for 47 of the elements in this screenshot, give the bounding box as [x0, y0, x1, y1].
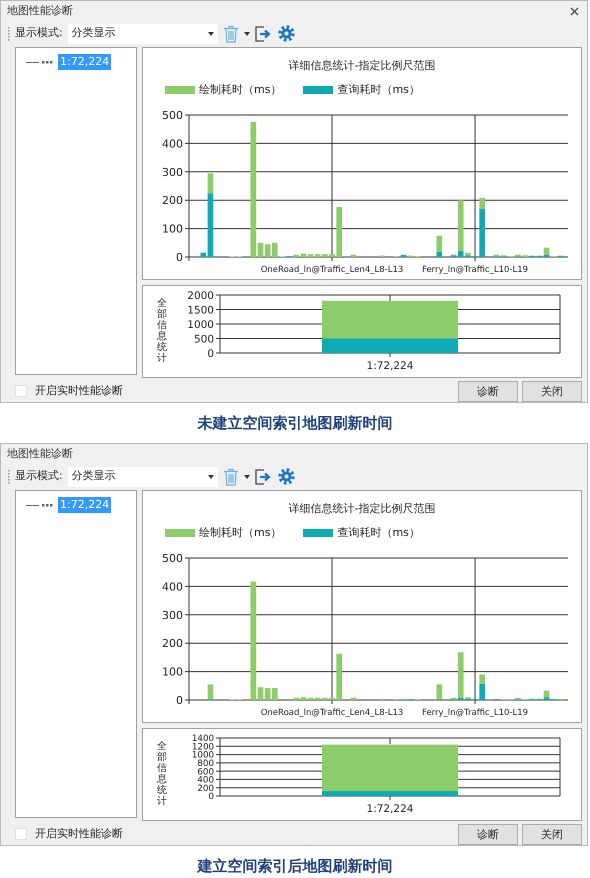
legend-label: 绘制耗时（ms） — [199, 525, 282, 542]
window-title: 地图性能诊断 — [7, 446, 73, 462]
x-tick-label: 1:72,224 — [366, 360, 414, 372]
x-tick-label: 1:72,224 — [366, 802, 414, 815]
chart-title: 详细信息统计-指定比例尺范围 — [288, 58, 436, 74]
y-tick-label: 500 — [162, 552, 183, 565]
x-tick-label: Ferry_ln@Traffic_L10-L19 — [422, 708, 528, 718]
y-tick-label: 800 — [197, 758, 214, 769]
y-tick-label: 400 — [162, 137, 183, 150]
y-axis-title: 全部信息统计 — [157, 741, 167, 808]
checkbox-label: 开启实时性能诊断 — [35, 826, 123, 842]
x-tick-label: Ferry_ln@Traffic_L10-L19 — [422, 264, 528, 275]
y-tick-label: 100 — [162, 222, 183, 236]
y-tick-label: 1500 — [187, 304, 214, 316]
legend-label: 绘制耗时（ms） — [199, 82, 282, 98]
figure-caption: 未建立空间索引地图刷新时间 — [198, 412, 392, 434]
y-tick-label: 400 — [162, 580, 183, 594]
y-tick-label: 300 — [162, 608, 183, 622]
legend-label: 查询耗时（ms） — [337, 525, 420, 542]
y-tick-label: 500 — [162, 108, 183, 122]
y-tick-label: 1000 — [187, 318, 214, 330]
x-tick-label: OneRoad_ln@Traffic_Len4_L8-L13 — [260, 708, 404, 718]
y-tick-label: 200 — [162, 194, 183, 207]
y-tick-label: 0 — [207, 347, 214, 360]
figure-caption: 建立空间索引后地图刷新时间 — [198, 856, 392, 877]
y-tick-label: 100 — [162, 665, 183, 678]
y-tick-label: 0 — [208, 792, 214, 802]
y-tick-label: 1000 — [192, 750, 214, 760]
y-tick-label: 500 — [194, 332, 214, 345]
y-tick-label: 1400 — [192, 734, 214, 744]
y-tick-label: 2000 — [187, 289, 214, 302]
mode-label: 显示模式: — [15, 25, 63, 42]
y-tick-label: 1200 — [192, 742, 214, 752]
checkbox-label: 开启实时性能诊断 — [35, 383, 123, 400]
y-axis-title: 全部信息统计 — [157, 298, 167, 364]
y-tick-label: 0 — [176, 694, 183, 707]
y-tick-label: 200 — [162, 636, 183, 650]
y-tick-label: 0 — [176, 250, 183, 264]
window-title: 地图性能诊断 — [7, 3, 73, 20]
chart-title: 详细信息统计-指定比例尺范围 — [288, 500, 436, 517]
y-tick-label: 300 — [162, 165, 183, 178]
x-tick-label: OneRoad_ln@Traffic_Len4_L8-L13 — [260, 264, 404, 275]
y-tick-label: 200 — [197, 784, 214, 794]
y-tick-label: 600 — [197, 766, 214, 777]
legend-label: 查询耗时（ms） — [337, 82, 420, 98]
mode-label: 显示模式: — [15, 468, 63, 484]
y-tick-label: 400 — [197, 775, 214, 786]
